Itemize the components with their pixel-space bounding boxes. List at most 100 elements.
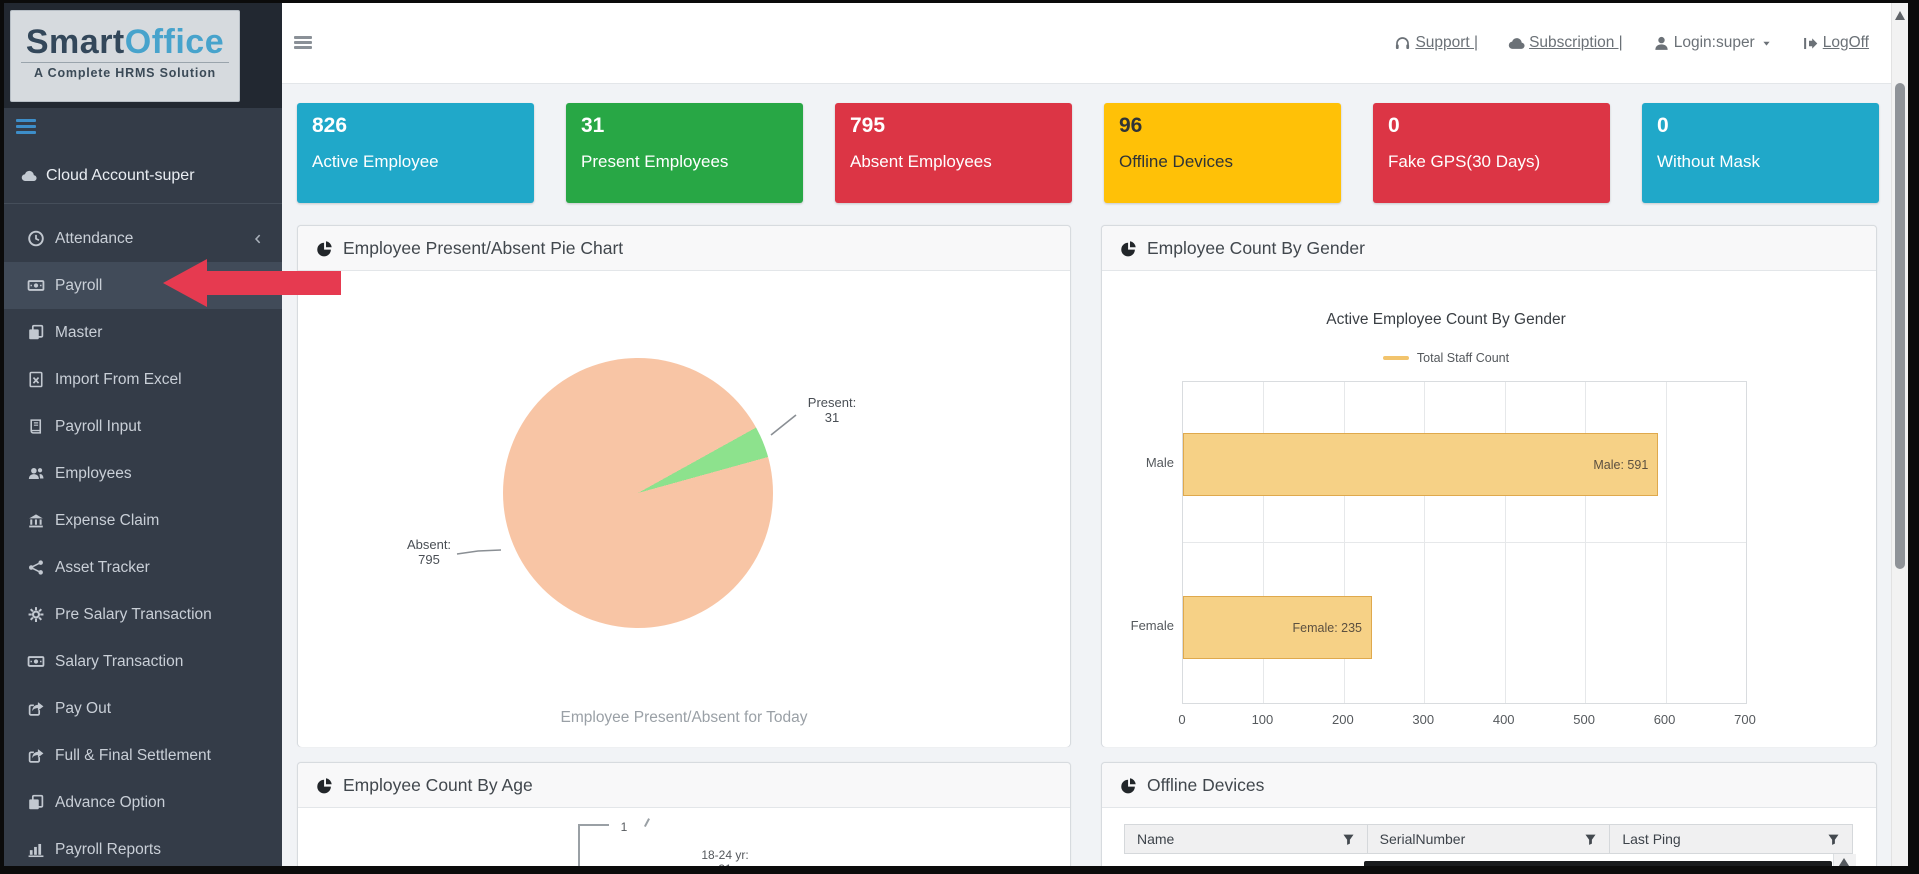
age-leader-line bbox=[578, 824, 609, 826]
column-header-last-ping[interactable]: Last Ping bbox=[1610, 825, 1852, 853]
cloud-icon bbox=[18, 168, 40, 184]
sidebar-item-label: Attendance bbox=[55, 230, 133, 248]
filter-icon[interactable] bbox=[1827, 833, 1840, 846]
sidebar-item-label: Expense Claim bbox=[55, 512, 159, 530]
stat-card-value: 31 bbox=[581, 114, 803, 138]
stat-card-active-employee[interactable]: 826Active Employee bbox=[297, 103, 534, 203]
stat-card-offline-devices[interactable]: 96Offline Devices bbox=[1104, 103, 1341, 203]
sidebar-item-import-from-excel[interactable]: Import From Excel bbox=[4, 356, 282, 403]
stat-card-absent-employees[interactable]: 795Absent Employees bbox=[835, 103, 1072, 203]
sidebar-item-payroll-input[interactable]: Payroll Input bbox=[4, 403, 282, 450]
pie-chart-icon bbox=[1120, 240, 1137, 257]
share-nodes-icon bbox=[26, 559, 46, 576]
frame-border bbox=[0, 0, 4, 874]
age-leader-tick bbox=[644, 818, 650, 827]
sidebar-item-full-final-settlement[interactable]: Full & Final Settlement bbox=[4, 732, 282, 779]
pie-label-present-title: Present: bbox=[797, 395, 867, 410]
legend-swatch bbox=[1383, 356, 1409, 360]
topbar-link-label: Login:super bbox=[1674, 34, 1755, 52]
card-header: Employee Count By Gender bbox=[1102, 226, 1876, 271]
bank-icon bbox=[26, 512, 46, 529]
scrollbar-up-icon[interactable] bbox=[1895, 11, 1905, 20]
bar-label: Male: 591 bbox=[1593, 458, 1648, 472]
frame-border bbox=[0, 866, 1919, 874]
topbar-link-support[interactable]: Support | bbox=[1394, 34, 1478, 52]
gender-chart-body: Active Employee Count By Gender Total St… bbox=[1102, 271, 1876, 747]
column-header-name[interactable]: Name bbox=[1125, 825, 1368, 853]
filter-icon[interactable] bbox=[1584, 833, 1597, 846]
stat-card-label: Without Mask bbox=[1657, 152, 1879, 172]
cloud-icon bbox=[1508, 35, 1525, 52]
page-scrollbar[interactable] bbox=[1891, 3, 1909, 866]
stat-card-label: Offline Devices bbox=[1119, 152, 1341, 172]
offline-table-body: Name SerialNumberLast Ping bbox=[1102, 808, 1876, 874]
topbar-link-subscription[interactable]: Subscription | bbox=[1508, 34, 1623, 52]
sidebar-item-attendance[interactable]: Attendance bbox=[4, 215, 282, 262]
axis-tick-label: 600 bbox=[1645, 712, 1685, 727]
age-label-18-24: 18-24 yr: bbox=[685, 848, 765, 862]
card-offline-devices: Offline Devices Name SerialNumberLast Pin… bbox=[1101, 762, 1877, 874]
scrollbar-thumb[interactable] bbox=[1895, 83, 1905, 569]
card-header: Offline Devices bbox=[1102, 763, 1876, 808]
sidebar-item-label: Full & Final Settlement bbox=[55, 747, 211, 765]
topbar-link-login-super[interactable]: Login:super bbox=[1653, 34, 1772, 52]
stat-card-without-mask[interactable]: 0Without Mask bbox=[1642, 103, 1879, 203]
stat-card-present-employees[interactable]: 31Present Employees bbox=[566, 103, 803, 203]
sidebar-item-label: Payroll Reports bbox=[55, 841, 161, 859]
sidebar-item-salary-transaction[interactable]: Salary Transaction bbox=[4, 638, 282, 685]
card-title: Employee Count By Age bbox=[343, 775, 533, 796]
card-title: Employee Present/Absent Pie Chart bbox=[343, 238, 623, 259]
gear-icon bbox=[26, 606, 46, 623]
brand-office: Office bbox=[125, 23, 224, 61]
stat-card-label: Absent Employees bbox=[850, 152, 1072, 172]
brand-title: SmartOffice bbox=[11, 25, 239, 59]
sidebar-divider bbox=[4, 203, 282, 204]
gender-chart-title: Active Employee Count By Gender bbox=[1196, 311, 1696, 329]
sidebar-item-advance-option[interactable]: Advance Option bbox=[4, 779, 282, 826]
stat-card-label: Active Employee bbox=[312, 152, 534, 172]
sidebar-item-pre-salary-transaction[interactable]: Pre Salary Transaction bbox=[4, 591, 282, 638]
bar-female[interactable]: Female: 235 bbox=[1183, 596, 1372, 659]
brand-tagline: A Complete HRMS Solution bbox=[21, 62, 229, 80]
column-header-label: Name bbox=[1137, 831, 1174, 847]
brand-logo[interactable]: SmartOffice A Complete HRMS Solution bbox=[10, 10, 240, 102]
sidebar-item-pay-out[interactable]: Pay Out bbox=[4, 685, 282, 732]
pie-label-absent: Absent: 795 bbox=[394, 537, 464, 567]
pie-chart-body: Present: 31 Absent: 795 Employee Present… bbox=[298, 271, 1070, 747]
axis-tick-label: 200 bbox=[1323, 712, 1363, 727]
sidebar-item-label: Master bbox=[55, 324, 102, 342]
age-chart-body: 1 18-24 yr: 31 bbox=[298, 808, 1070, 874]
copy-icon bbox=[26, 324, 46, 341]
sidebar: SmartOffice A Complete HRMS Solution Clo… bbox=[4, 3, 282, 866]
sidebar-item-label: Payroll Input bbox=[55, 418, 141, 436]
user-icon bbox=[1653, 35, 1670, 52]
axis-tick-label: 0 bbox=[1162, 712, 1202, 727]
category-label-female: Female bbox=[1108, 618, 1174, 633]
present-absent-pie[interactable] bbox=[503, 358, 773, 628]
menu-toggle-icon[interactable] bbox=[294, 36, 312, 50]
card-age-count: Employee Count By Age 1 18-24 yr: 31 bbox=[297, 762, 1071, 874]
gender-chart-legend[interactable]: Total Staff Count bbox=[1196, 351, 1696, 365]
bar-male[interactable]: Male: 591 bbox=[1183, 433, 1658, 496]
users-icon bbox=[26, 465, 46, 482]
topbar-link-logoff[interactable]: LogOff bbox=[1802, 34, 1869, 52]
logout-icon bbox=[1802, 35, 1819, 52]
tutorial-arrow-head bbox=[163, 259, 207, 307]
pie-chart-icon bbox=[1120, 777, 1137, 794]
pie-chart-icon bbox=[316, 777, 333, 794]
book-icon bbox=[26, 418, 46, 435]
filter-icon[interactable] bbox=[1342, 833, 1355, 846]
money-icon bbox=[26, 277, 46, 294]
stat-cards-row: 826Active Employee 31Present Employees 795… bbox=[297, 103, 1879, 203]
sidebar-item-master[interactable]: Master bbox=[4, 309, 282, 356]
caret-down-icon bbox=[1761, 38, 1772, 49]
sidebar-item-expense-claim[interactable]: Expense Claim bbox=[4, 497, 282, 544]
stat-card-fake-gps-30-days[interactable]: 0Fake GPS(30 Days) bbox=[1373, 103, 1610, 203]
share-square-icon bbox=[26, 747, 46, 764]
sidebar-item-asset-tracker[interactable]: Asset Tracker bbox=[4, 544, 282, 591]
column-header-serialnumber[interactable]: SerialNumber bbox=[1368, 825, 1611, 853]
gridline bbox=[1183, 542, 1746, 543]
sidebar-item-employees[interactable]: Employees bbox=[4, 450, 282, 497]
sidebar-hamburger-icon[interactable] bbox=[16, 119, 36, 135]
pie-chart-icon bbox=[316, 240, 333, 257]
